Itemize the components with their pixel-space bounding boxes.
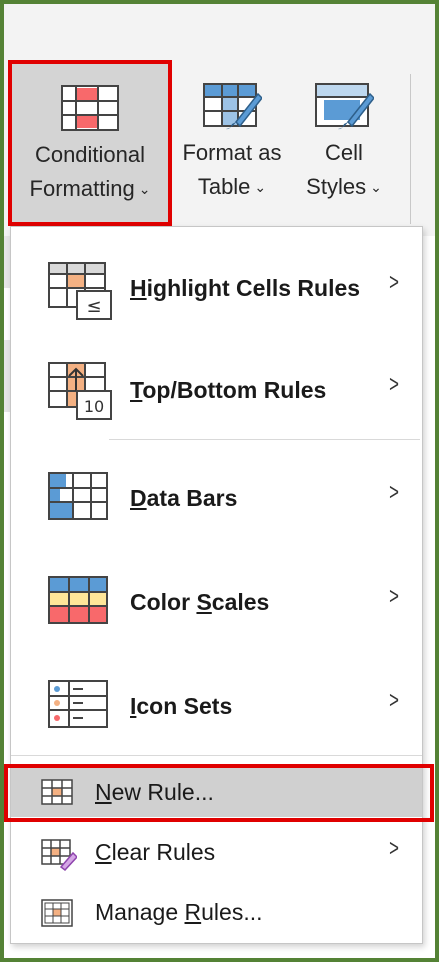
chevron-right-icon: >: [389, 835, 399, 862]
cs-label-line1: Cell: [325, 140, 363, 165]
menu-item-label: Color Scales: [130, 589, 270, 615]
menu-item-label: Manage Rules...: [95, 899, 263, 925]
chevron-right-icon: >: [389, 269, 399, 296]
menu-item-label: Data Bars: [130, 485, 238, 511]
chevron-down-icon: ⌄: [138, 181, 151, 197]
menu-item-top-bottom-rules[interactable]: 10 Top/Bottom Rules >: [11, 357, 422, 443]
menu-separator: [11, 755, 422, 756]
top-bottom-icon: 10: [48, 362, 112, 420]
menu-item-icon-sets[interactable]: Icon Sets >: [11, 671, 422, 757]
highlight-cells-icon: ≤: [48, 262, 112, 320]
menu-item-label: Top/Bottom Rules: [130, 377, 327, 403]
svg-text:10: 10: [84, 397, 104, 416]
menu-item-manage-rules[interactable]: Manage Rules...: [11, 887, 422, 937]
menu-item-label: Icon Sets: [130, 693, 233, 719]
conditional-formatting-icon: [61, 85, 119, 131]
menu-item-clear-rules[interactable]: Clear Rules >: [11, 827, 422, 877]
ribbon-separator: [410, 74, 411, 224]
cf-label-line2: Formatting: [29, 176, 135, 201]
menu-item-color-scales[interactable]: Color Scales >: [11, 567, 422, 653]
cell-styles-icon: [315, 83, 374, 130]
cs-label-line2: Styles: [306, 174, 367, 199]
chevron-down-icon: ⌄: [370, 179, 382, 195]
conditional-formatting-menu: ≤ Highlight Cells Rules > 10 Top/Bottom …: [10, 226, 423, 944]
fat-label-line1: Format as: [182, 140, 282, 165]
svg-text:≤: ≤: [86, 296, 101, 317]
clear-rules-icon: [41, 839, 77, 871]
cf-label-line1: Conditional: [34, 142, 146, 167]
menu-item-label: New Rule...: [95, 779, 214, 805]
format-as-table-icon: [203, 83, 262, 130]
chevron-right-icon: >: [389, 687, 399, 714]
data-bars-icon: [48, 472, 108, 520]
menu-item-label: Clear Rules: [95, 839, 216, 865]
icon-sets-icon: [48, 680, 108, 728]
format-as-table-button[interactable]: Format as Table ⌄: [172, 60, 292, 206]
chevron-right-icon: >: [389, 479, 399, 506]
chevron-right-icon: >: [389, 583, 399, 610]
new-rule-icon: [41, 779, 73, 805]
color-scales-icon: [48, 576, 108, 624]
menu-item-highlight-cells-rules[interactable]: ≤ Highlight Cells Rules >: [11, 253, 422, 339]
fat-label-line2: Table: [197, 174, 251, 199]
menu-separator: [109, 439, 420, 440]
menu-item-label: Highlight Cells Rules: [130, 275, 361, 301]
cell-styles-button[interactable]: Cell Styles ⌄: [292, 60, 396, 206]
menu-item-new-rule[interactable]: New Rule...: [11, 767, 422, 817]
manage-rules-icon: [41, 899, 73, 927]
chevron-down-icon: ⌄: [254, 179, 267, 195]
chevron-right-icon: >: [389, 371, 399, 398]
menu-item-data-bars[interactable]: Data Bars >: [11, 463, 422, 549]
conditional-formatting-button[interactable]: Conditional Formatting ⌄: [8, 60, 172, 226]
